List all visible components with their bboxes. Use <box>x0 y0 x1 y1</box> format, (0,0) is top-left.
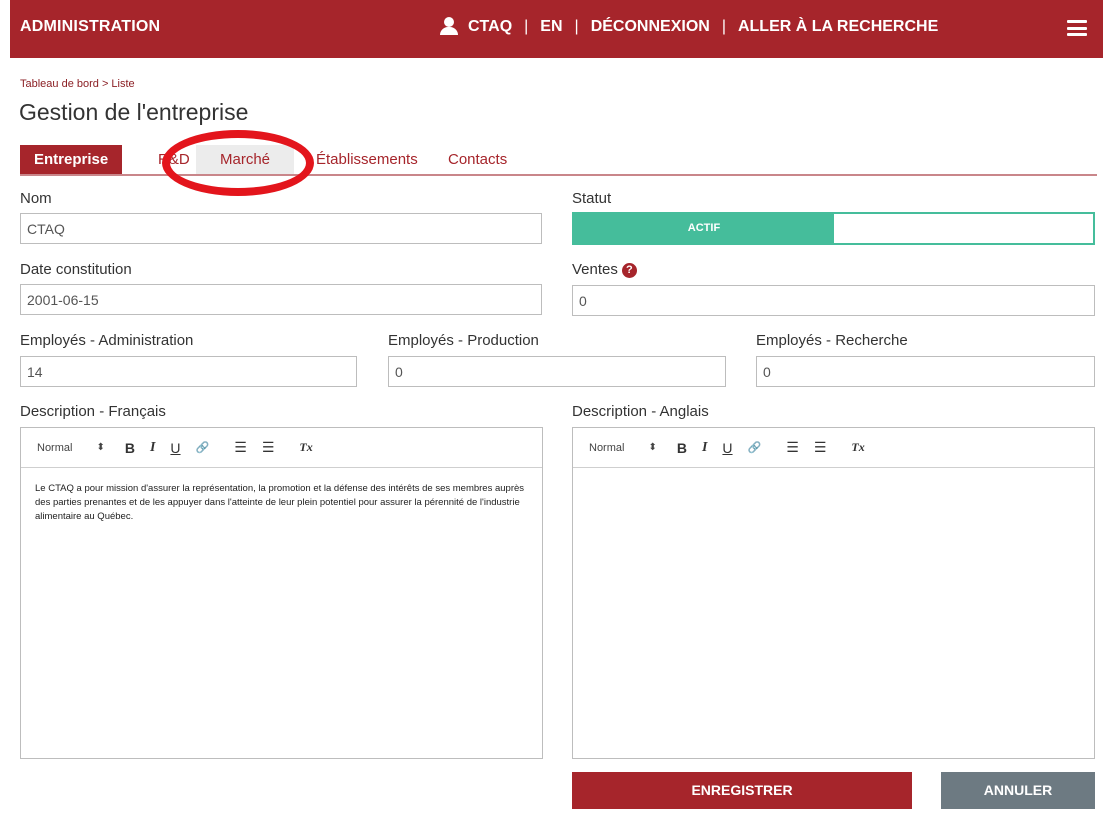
format-select[interactable]: Normal <box>37 442 72 454</box>
desc-en-editor: Normal ⬍ B I U 🔗 ☰ ☰ Tx <box>572 427 1095 759</box>
link-icon[interactable]: 🔗 <box>196 441 210 454</box>
ventes-label: Ventes? <box>572 261 637 278</box>
bold-button[interactable]: B <box>125 440 135 456</box>
statut-label: Statut <box>572 190 612 207</box>
page-title: Gestion de l'entreprise <box>19 99 249 125</box>
user-icon <box>440 17 458 35</box>
logout-link[interactable]: DÉCONNEXION <box>591 18 710 36</box>
emp-prod-label: Employés - Production <box>388 332 539 349</box>
italic-button[interactable]: I <box>150 440 155 456</box>
breadcrumb[interactable]: Tableau de bord > Liste <box>20 78 135 90</box>
bullet-list-icon[interactable]: ☰ <box>262 439 275 456</box>
help-icon[interactable]: ? <box>621 263 637 278</box>
desc-fr-label: Description - Français <box>20 403 166 420</box>
brand-title[interactable]: ADMINISTRATION <box>20 18 160 36</box>
tab-etablissements[interactable]: Établissements <box>302 145 432 174</box>
clear-format-icon[interactable]: Tx <box>851 440 864 455</box>
ventes-label-text: Ventes <box>572 261 618 278</box>
ordered-list-icon[interactable]: ☰ <box>786 439 799 456</box>
bullet-list-icon[interactable]: ☰ <box>814 439 827 456</box>
select-arrow-icon[interactable]: ⬍ <box>96 442 104 453</box>
cancel-button[interactable]: ANNULER <box>941 772 1095 809</box>
menu-icon[interactable] <box>1067 20 1087 36</box>
tab-entreprise[interactable]: Entreprise <box>20 145 123 174</box>
top-navbar: ADMINISTRATION CTAQ | EN | DÉCONNEXION |… <box>10 0 1103 58</box>
link-icon[interactable]: 🔗 <box>748 441 762 454</box>
annotation-circle <box>162 130 314 196</box>
select-arrow-icon[interactable]: ⬍ <box>648 442 656 453</box>
nom-label: Nom <box>20 190 52 207</box>
emp-admin-field[interactable]: 14 <box>20 356 357 387</box>
top-nav-links: CTAQ | EN | DÉCONNEXION | ALLER À LA REC… <box>440 17 938 36</box>
emp-rech-label: Employés - Recherche <box>756 332 908 349</box>
clear-format-icon[interactable]: Tx <box>299 440 312 455</box>
tab-contacts[interactable]: Contacts <box>434 145 521 174</box>
nav-separator: | <box>574 18 579 35</box>
date-label: Date constitution <box>20 261 132 278</box>
bold-button[interactable]: B <box>677 440 687 456</box>
user-link[interactable]: CTAQ <box>468 18 512 36</box>
language-link[interactable]: EN <box>540 18 562 36</box>
desc-fr-content[interactable]: Le CTAQ a pour mission d'assurer la repr… <box>21 468 542 538</box>
underline-button[interactable]: U <box>170 440 180 456</box>
editor-toolbar: Normal ⬍ B I U 🔗 ☰ ☰ Tx <box>21 428 542 468</box>
desc-fr-editor: Normal ⬍ B I U 🔗 ☰ ☰ Tx Le CTAQ a pour m… <box>20 427 543 759</box>
save-button[interactable]: ENREGISTRER <box>572 772 912 809</box>
underline-button[interactable]: U <box>722 440 732 456</box>
nav-separator: | <box>524 18 529 35</box>
emp-prod-field[interactable]: 0 <box>388 356 726 387</box>
nom-field[interactable]: CTAQ <box>20 213 542 244</box>
format-select[interactable]: Normal <box>589 442 624 454</box>
desc-en-content[interactable] <box>573 468 1094 496</box>
emp-admin-label: Employés - Administration <box>20 332 194 349</box>
status-active-option[interactable]: ACTIF <box>574 214 834 243</box>
italic-button[interactable]: I <box>702 440 707 456</box>
nav-separator: | <box>721 18 726 35</box>
emp-rech-field[interactable]: 0 <box>756 356 1095 387</box>
editor-toolbar: Normal ⬍ B I U 🔗 ☰ ☰ Tx <box>573 428 1094 468</box>
ventes-field[interactable]: 0 <box>572 285 1095 316</box>
ordered-list-icon[interactable]: ☰ <box>234 439 247 456</box>
date-field[interactable]: 2001-06-15 <box>20 284 542 315</box>
desc-en-label: Description - Anglais <box>572 403 709 420</box>
search-link[interactable]: ALLER À LA RECHERCHE <box>738 18 938 36</box>
status-toggle[interactable]: ACTIF <box>572 212 1095 245</box>
